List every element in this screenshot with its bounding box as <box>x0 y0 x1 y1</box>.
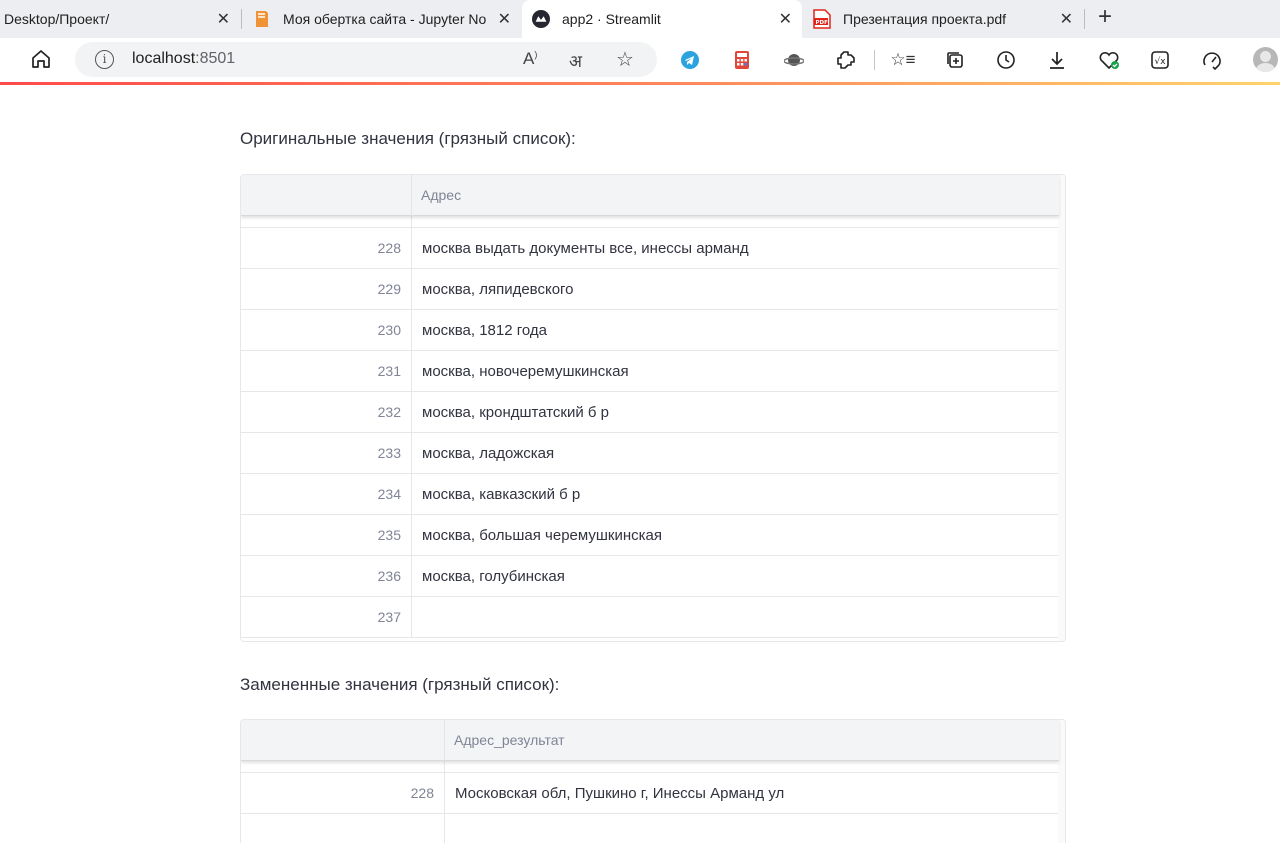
new-tab-button[interactable]: + <box>1093 5 1117 30</box>
close-icon[interactable]: ✕ <box>217 9 230 29</box>
tab-desktop-project[interactable]: Desktop/Проект/ ✕ <box>0 0 240 38</box>
favorites-icon[interactable]: ☆≡ <box>890 49 915 71</box>
table-row[interactable]: 233 москва, ладожская <box>241 433 1059 474</box>
index-header-cell <box>241 720 445 761</box>
table-row[interactable]: 232 москва, крондштатский б р <box>241 392 1059 433</box>
tab-divider <box>1084 9 1085 29</box>
url-port: :8501 <box>195 50 236 67</box>
index-header-cell <box>241 175 412 216</box>
address-cell[interactable]: москва выдать документы все, инессы арма… <box>422 228 749 269</box>
row-index-cell: 230 <box>241 310 412 351</box>
close-icon[interactable]: ✕ <box>1060 9 1073 29</box>
table-row[interactable]: 228 Московская обл, Пушкино г, Инессы Арм… <box>241 773 1059 814</box>
dataframe-header: Адрес_результат <box>241 720 1059 761</box>
address-cell[interactable]: москва, 1812 года <box>422 310 547 351</box>
browser-toolbar: i localhost:8501 A) अ ☆ ☆≡ √x <box>0 38 1280 82</box>
collections-icon[interactable] <box>944 49 966 71</box>
close-icon[interactable]: ✕ <box>779 9 792 29</box>
address-cell[interactable]: москва, большая черемушкинская <box>422 515 662 556</box>
toolbar-divider <box>874 50 875 70</box>
favorite-star-icon[interactable]: ☆ <box>616 47 634 72</box>
streamlit-main: Оригинальные значения (грязный список): … <box>0 85 1280 843</box>
table-row[interactable]: 236 москва, голубинская <box>241 556 1059 597</box>
row-index-cell: 228 <box>241 228 412 269</box>
translate-icon[interactable]: अ <box>569 49 582 72</box>
table-row[interactable]: 230 москва, 1812 года <box>241 310 1059 351</box>
row-index-cell: 235 <box>241 515 412 556</box>
telegram-icon[interactable] <box>679 49 701 71</box>
svg-text:PDF: PDF <box>816 20 829 26</box>
row-index-cell: 232 <box>241 392 412 433</box>
home-icon[interactable] <box>30 48 52 70</box>
math-solver-icon[interactable]: √x <box>1149 49 1171 71</box>
section-heading-original: Оригинальные значения (грязный список): <box>240 129 576 148</box>
tab-title: app2 · Streamlit <box>562 11 661 27</box>
tab-jupyter[interactable]: Моя обертка сайта - Jupyter No ✕ <box>243 0 521 38</box>
column-header-address-result[interactable]: Адрес_результат <box>454 732 565 748</box>
tab-title: Desktop/Проект/ <box>4 11 110 27</box>
jupyter-icon <box>253 10 271 28</box>
row-index-cell: 228 <box>241 773 445 814</box>
browser-tab-strip: Desktop/Проект/ ✕ Моя обертка сайта - Ju… <box>0 0 1280 38</box>
row-index-cell: 233 <box>241 433 412 474</box>
table-row[interactable] <box>241 814 1059 843</box>
dataframe-original[interactable]: Адрес 227москва, волгоградский проспект2… <box>240 174 1066 642</box>
performance-icon[interactable] <box>1201 49 1223 71</box>
browser-essentials-icon[interactable] <box>1098 49 1120 71</box>
dataframe-scrollbar[interactable] <box>1058 720 1065 843</box>
row-index-cell: 231 <box>241 351 412 392</box>
dataframe-scrollbar[interactable] <box>1058 175 1065 641</box>
row-index-cell: 229 <box>241 269 412 310</box>
streamlit-icon <box>532 10 550 28</box>
close-icon[interactable]: ✕ <box>498 9 511 29</box>
downloads-icon[interactable] <box>1046 49 1068 71</box>
url-host: localhost <box>132 50 196 67</box>
tab-pdf[interactable]: PDF Презентация проекта.pdf ✕ <box>803 0 1083 38</box>
site-info-icon[interactable]: i <box>95 50 114 69</box>
table-row[interactable]: 228 москва выдать документы все, инессы а… <box>241 228 1059 269</box>
vpn-planet-icon[interactable] <box>783 49 805 71</box>
row-index-cell: 234 <box>241 474 412 515</box>
address-cell[interactable]: москва, новочеремушкинская <box>422 351 629 392</box>
address-bar[interactable]: i localhost:8501 A) अ ☆ <box>75 42 657 77</box>
pdf-icon: PDF <box>813 9 831 29</box>
calculator-icon[interactable] <box>731 49 753 71</box>
table-row[interactable]: 229 москва, ляпидевского <box>241 269 1059 310</box>
url-text[interactable]: localhost:8501 <box>132 50 235 68</box>
row-index-cell: 237 <box>241 597 412 638</box>
profile-avatar[interactable] <box>1253 47 1278 72</box>
tab-title: Моя обертка сайта - Jupyter No <box>283 11 487 27</box>
history-icon[interactable] <box>995 49 1017 71</box>
extensions-icon[interactable] <box>835 49 857 71</box>
table-row[interactable]: 234 москва, кавказский б р <box>241 474 1059 515</box>
table-row[interactable]: 235 москва, большая черемушкинская <box>241 515 1059 556</box>
table-row[interactable]: 231 москва, новочеремушкинская <box>241 351 1059 392</box>
section-heading-replaced: Замененные значения (грязный список): <box>240 675 560 694</box>
column-header-address[interactable]: Адрес <box>421 187 461 203</box>
read-aloud-icon[interactable]: A) <box>523 49 537 69</box>
address-cell[interactable]: москва, ладожская <box>422 433 554 474</box>
tab-divider <box>241 9 242 29</box>
row-index-cell <box>241 814 445 843</box>
address-cell[interactable]: москва, ляпидевского <box>422 269 574 310</box>
svg-text:√x: √x <box>1155 56 1167 67</box>
dataframe-replaced[interactable]: Адрес_результат 227г.Москва, Волгоградск… <box>240 719 1066 843</box>
tab-title: Презентация проекта.pdf <box>843 11 1007 27</box>
dataframe-header: Адрес <box>241 175 1059 216</box>
table-row[interactable]: 237 <box>241 597 1059 638</box>
tab-streamlit-app[interactable]: app2 · Streamlit ✕ <box>522 0 802 38</box>
address-cell[interactable]: москва, крондштатский б р <box>422 392 609 433</box>
address-cell[interactable]: москва, кавказский б р <box>422 474 580 515</box>
row-index-cell: 236 <box>241 556 412 597</box>
address-cell[interactable]: москва, голубинская <box>422 556 565 597</box>
address-cell[interactable]: Московская обл, Пушкино г, Инессы Арманд… <box>455 773 784 814</box>
